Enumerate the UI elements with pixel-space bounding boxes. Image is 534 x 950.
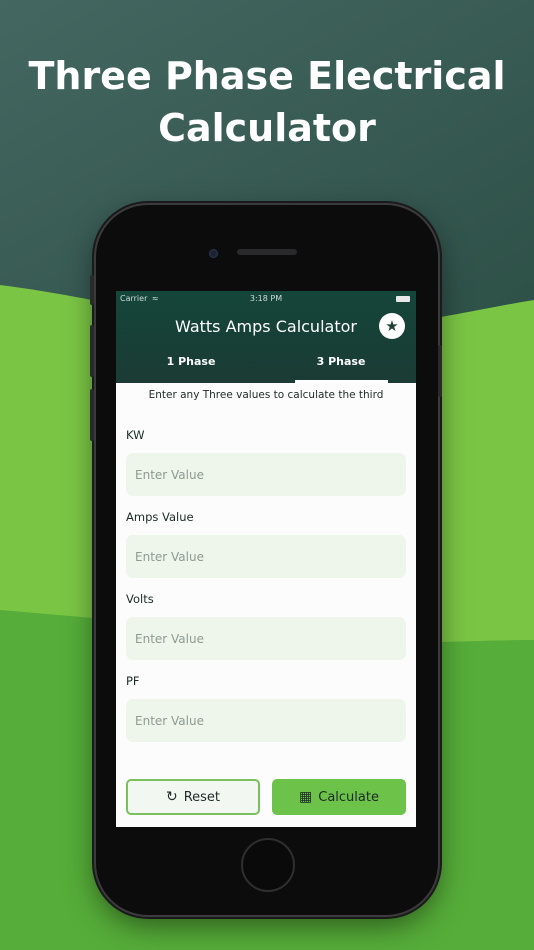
pf-label: PF [126,674,140,688]
volume-down-button [90,389,94,441]
kw-input[interactable] [126,453,406,496]
volts-label: Volts [126,592,154,606]
volume-up-button [90,325,94,377]
kw-label: KW [126,428,145,442]
status-bar: Carrier ≈ 3:18 PM [116,293,416,307]
refresh-icon: ↻ [165,789,178,805]
page-headline: Three Phase Electrical Calculator [0,50,534,154]
front-camera [209,249,218,258]
phone-frame: Carrier ≈ 3:18 PM Watts Amps Calculator … [90,205,442,915]
star-icon: ★ [385,317,399,335]
calculator-icon: ▦ [299,789,313,805]
app-title: Watts Amps Calculator [175,317,357,336]
earpiece-speaker [237,249,297,255]
calculator-form: Enter any Three values to calculate the … [116,383,416,827]
reset-button[interactable]: ↻ Reset [126,779,260,815]
tab-3-phase[interactable]: 3 Phase [266,355,416,368]
power-button [438,345,442,397]
amps-label: Amps Value [126,510,194,524]
status-time: 3:18 PM [249,294,283,303]
mute-switch [90,275,94,305]
volts-input[interactable] [126,617,406,660]
home-button[interactable] [241,838,295,892]
pf-input[interactable] [126,699,406,742]
favorite-button[interactable]: ★ [379,313,405,339]
battery-icon [396,296,410,302]
headline-line-1: Three Phase Electrical [28,54,506,98]
tab-1-phase[interactable]: 1 Phase [116,355,266,368]
app-bar: Carrier ≈ 3:18 PM Watts Amps Calculator … [116,291,416,383]
calculate-label: Calculate [318,789,379,805]
amps-input[interactable] [126,535,406,578]
phone-screen: Carrier ≈ 3:18 PM Watts Amps Calculator … [116,291,416,827]
calculate-button[interactable]: ▦ Calculate [272,779,406,815]
headline-line-2: Calculator [158,106,376,150]
form-hint: Enter any Three values to calculate the … [148,389,384,401]
reset-label: Reset [183,789,221,805]
